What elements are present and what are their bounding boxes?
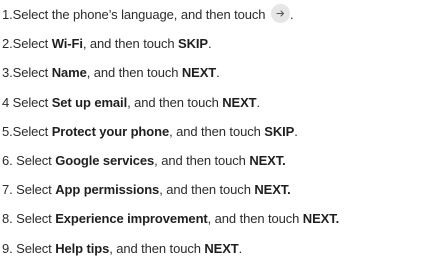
step-text: Select [12, 240, 56, 256]
step-text: Select [12, 65, 52, 81]
step-text: , and then touch [154, 152, 250, 168]
step-5: 5.Select Protect your phone, and then to… [2, 117, 440, 146]
step-number: 1. [2, 7, 13, 22]
step-option: Set up email [51, 94, 128, 110]
step-action: NEXT [181, 65, 217, 81]
step-number: 6. [2, 152, 13, 168]
step-action: NEXT. [249, 152, 286, 168]
step-8: 8. Select Experience improvement, and th… [2, 204, 440, 233]
step-4: 4 Select Set up email, and then touch NE… [2, 88, 440, 117]
step-action: NEXT [222, 94, 257, 110]
step-7: 7. Select App permissions, and then touc… [2, 175, 440, 204]
step-text: Select the phone’s language, and then to… [12, 7, 266, 22]
step-number: 9. [2, 240, 13, 256]
step-end: . [238, 240, 243, 256]
step-option: Google services [55, 152, 155, 168]
step-text: Select [12, 211, 56, 227]
step-2: 2.Select Wi-Fi, and then touch SKIP. [2, 29, 440, 58]
step-9: 9. Select Help tips, and then touch NEXT… [2, 234, 440, 263]
step-option: App permissions [55, 182, 160, 198]
step-text: Select [12, 152, 56, 168]
step-text: , and then touch [207, 211, 303, 227]
step-end: . [207, 36, 212, 52]
step-option: Name [51, 65, 87, 81]
step-option: Experience improvement [55, 211, 208, 227]
step-text: , and then touch [127, 94, 223, 110]
step-option: Wi-Fi [51, 36, 83, 52]
step-text: Select [9, 94, 52, 110]
step-action: NEXT [204, 240, 239, 256]
step-text: Select [12, 36, 52, 52]
step-6: 6. Select Google services, and then touc… [2, 146, 440, 175]
step-action: NEXT. [302, 211, 340, 227]
step-text: , and then touch [169, 123, 265, 139]
step-number: 7. [2, 182, 13, 198]
step-text: , and then touch [159, 182, 255, 198]
step-action: SKIP [178, 36, 208, 52]
step-end: . [256, 94, 261, 110]
step-end: . [294, 123, 298, 139]
step-number: 3. [2, 65, 13, 81]
right-arrow-icon [270, 4, 290, 24]
step-text: Select [12, 123, 52, 139]
step-action: SKIP [264, 123, 295, 139]
step-number: 2. [2, 36, 13, 52]
setup-steps-list: 1.Select the phone’s language, and then … [2, 0, 440, 263]
step-number: 8. [2, 211, 13, 227]
step-text: , and then touch [82, 36, 179, 52]
step-text: Select [12, 182, 56, 198]
step-text: , and then touch [109, 240, 205, 256]
step-1: 1.Select the phone’s language, and then … [2, 0, 440, 29]
step-option: Help tips [55, 240, 110, 256]
step-3: 3.Select Name, and then touch NEXT. [2, 58, 440, 87]
step-option: Protect your phone [51, 123, 170, 139]
step-end: . [216, 65, 220, 81]
step-number: 5. [2, 123, 13, 139]
step-text: , and then touch [86, 65, 182, 81]
step-end: . [289, 7, 294, 22]
step-action: NEXT. [254, 182, 291, 198]
